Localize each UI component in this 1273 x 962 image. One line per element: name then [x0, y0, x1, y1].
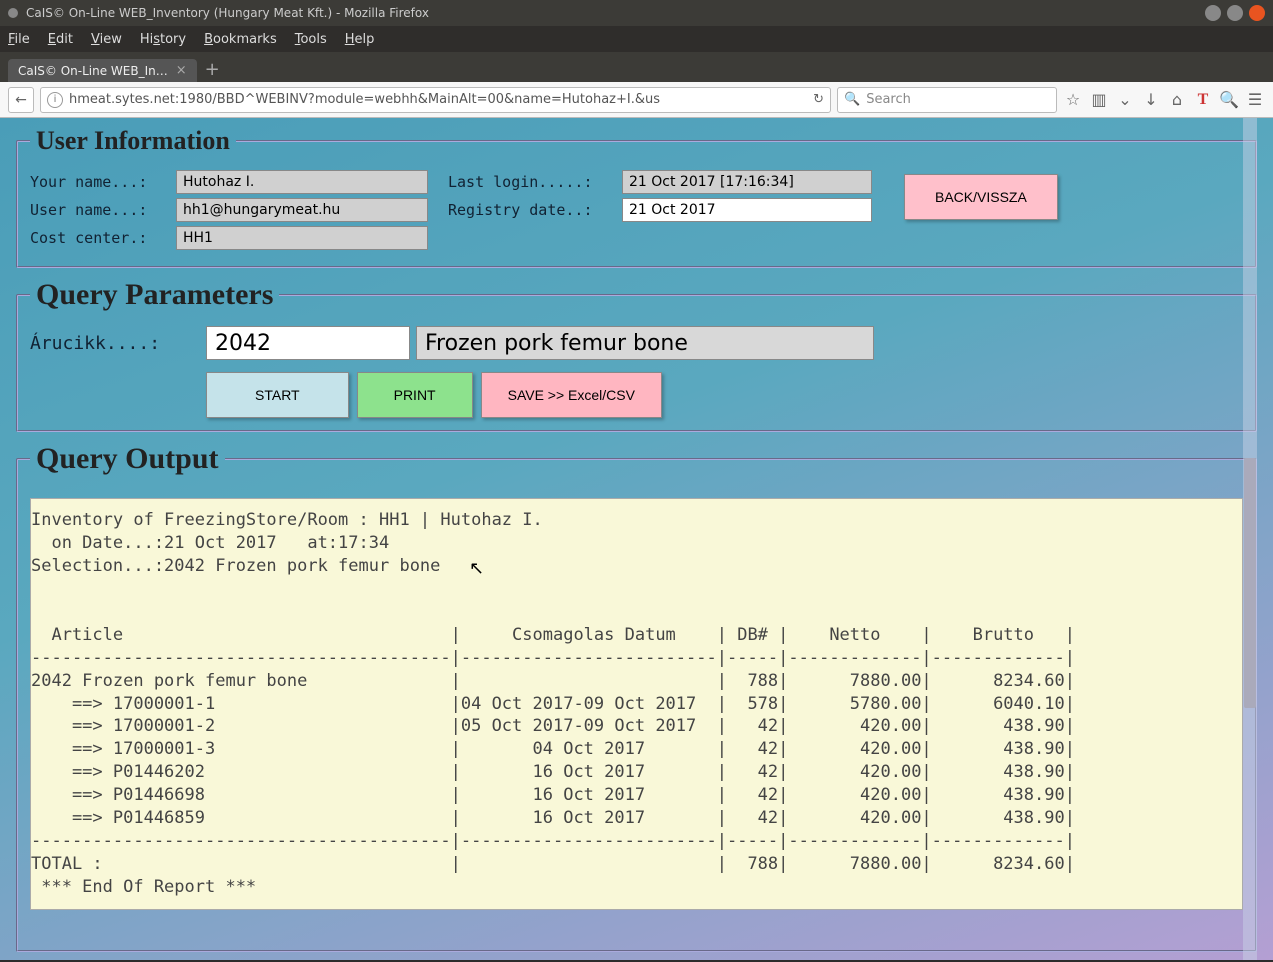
home-icon[interactable]: ⌂ [1167, 90, 1187, 110]
window-close-button[interactable] [1249, 5, 1265, 21]
your-name-field[interactable] [176, 170, 428, 194]
start-button[interactable]: START [206, 372, 349, 418]
save-csv-button[interactable]: SAVE >> Excel/CSV [481, 372, 662, 418]
cost-center-label: Cost center.: [30, 229, 170, 247]
user-name-label: User name...: [30, 201, 170, 219]
reg-date-field[interactable] [622, 198, 872, 222]
user-name-field[interactable] [176, 198, 428, 222]
app-dot-icon [8, 8, 18, 18]
your-name-label: Your name...: [30, 173, 170, 191]
scrollbar-thumb[interactable] [1244, 458, 1256, 708]
search-bar[interactable]: 🔍 Search [837, 87, 1057, 113]
downloads-icon[interactable]: ↓ [1141, 90, 1161, 110]
window-title: CaIS© On-Line WEB_Inventory (Hungary Mea… [26, 6, 429, 20]
query-params-legend: Query Parameters [30, 278, 279, 312]
reg-date-label: Registry date..: [448, 201, 616, 219]
last-login-label: Last login.....: [448, 173, 616, 191]
tab-bar: CaIS© On-Line WEB_In… × + [0, 52, 1273, 82]
hamburger-menu-icon[interactable]: ☰ [1245, 90, 1265, 110]
arucikk-label: Árucikk....: [30, 333, 200, 354]
report-output: Inventory of FreezingStore/Room : HH1 | … [30, 498, 1243, 910]
menu-history[interactable]: History [140, 32, 186, 47]
search-placeholder: Search [866, 92, 911, 107]
user-info-legend: User Information [30, 126, 236, 156]
browser-tab[interactable]: CaIS© On-Line WEB_In… × [8, 59, 197, 82]
cost-center-field[interactable] [176, 226, 428, 250]
menu-view[interactable]: View [91, 32, 122, 47]
menu-bookmarks[interactable]: Bookmarks [204, 32, 277, 47]
site-info-icon[interactable]: i [47, 92, 63, 108]
query-output-legend: Query Output [30, 442, 225, 476]
last-login-field[interactable] [622, 170, 872, 194]
query-params-fieldset: Query Parameters Árucikk....: START PRIN… [16, 278, 1257, 432]
reload-icon[interactable]: ↻ [813, 92, 824, 107]
browser-menubar: File Edit View History Bookmarks Tools H… [0, 26, 1273, 52]
menu-tools[interactable]: Tools [295, 32, 327, 47]
article-desc-field[interactable] [416, 326, 874, 360]
zoom-icon[interactable]: 🔍 [1219, 90, 1239, 110]
menu-file[interactable]: File [8, 32, 30, 47]
user-info-fieldset: User Information Your name...: User name… [16, 126, 1257, 268]
menu-edit[interactable]: Edit [48, 32, 73, 47]
page-body: User Information Your name...: User name… [0, 118, 1273, 960]
search-icon: 🔍 [844, 92, 860, 107]
library-icon[interactable]: ▥ [1089, 90, 1109, 110]
query-output-fieldset: Query Output Inventory of FreezingStore/… [16, 442, 1257, 952]
back-button[interactable]: ← [8, 87, 34, 113]
bookmark-star-icon[interactable]: ☆ [1063, 90, 1083, 110]
print-button[interactable]: PRINT [357, 372, 473, 418]
menu-help[interactable]: Help [345, 32, 375, 47]
browser-toolbar: ← i hmeat.sytes.net:1980/BBD^WEBINV?modu… [0, 82, 1273, 118]
url-bar[interactable]: i hmeat.sytes.net:1980/BBD^WEBINV?module… [40, 87, 831, 113]
pocket-icon[interactable]: ⌄ [1115, 90, 1135, 110]
window-minimize-button[interactable] [1205, 5, 1221, 21]
tab-close-icon[interactable]: × [176, 63, 187, 78]
page-scrollbar[interactable] [1243, 118, 1257, 960]
article-code-input[interactable] [206, 326, 410, 360]
tab-title: CaIS© On-Line WEB_In… [18, 64, 168, 78]
window-maximize-button[interactable] [1227, 5, 1243, 21]
new-tab-button[interactable]: + [205, 59, 220, 82]
text-style-icon[interactable]: T [1193, 90, 1213, 110]
url-text: hmeat.sytes.net:1980/BBD^WEBINV?module=w… [69, 92, 807, 107]
back-button-page[interactable]: BACK/VISSZA [904, 174, 1058, 220]
window-titlebar: CaIS© On-Line WEB_Inventory (Hungary Mea… [0, 0, 1273, 26]
